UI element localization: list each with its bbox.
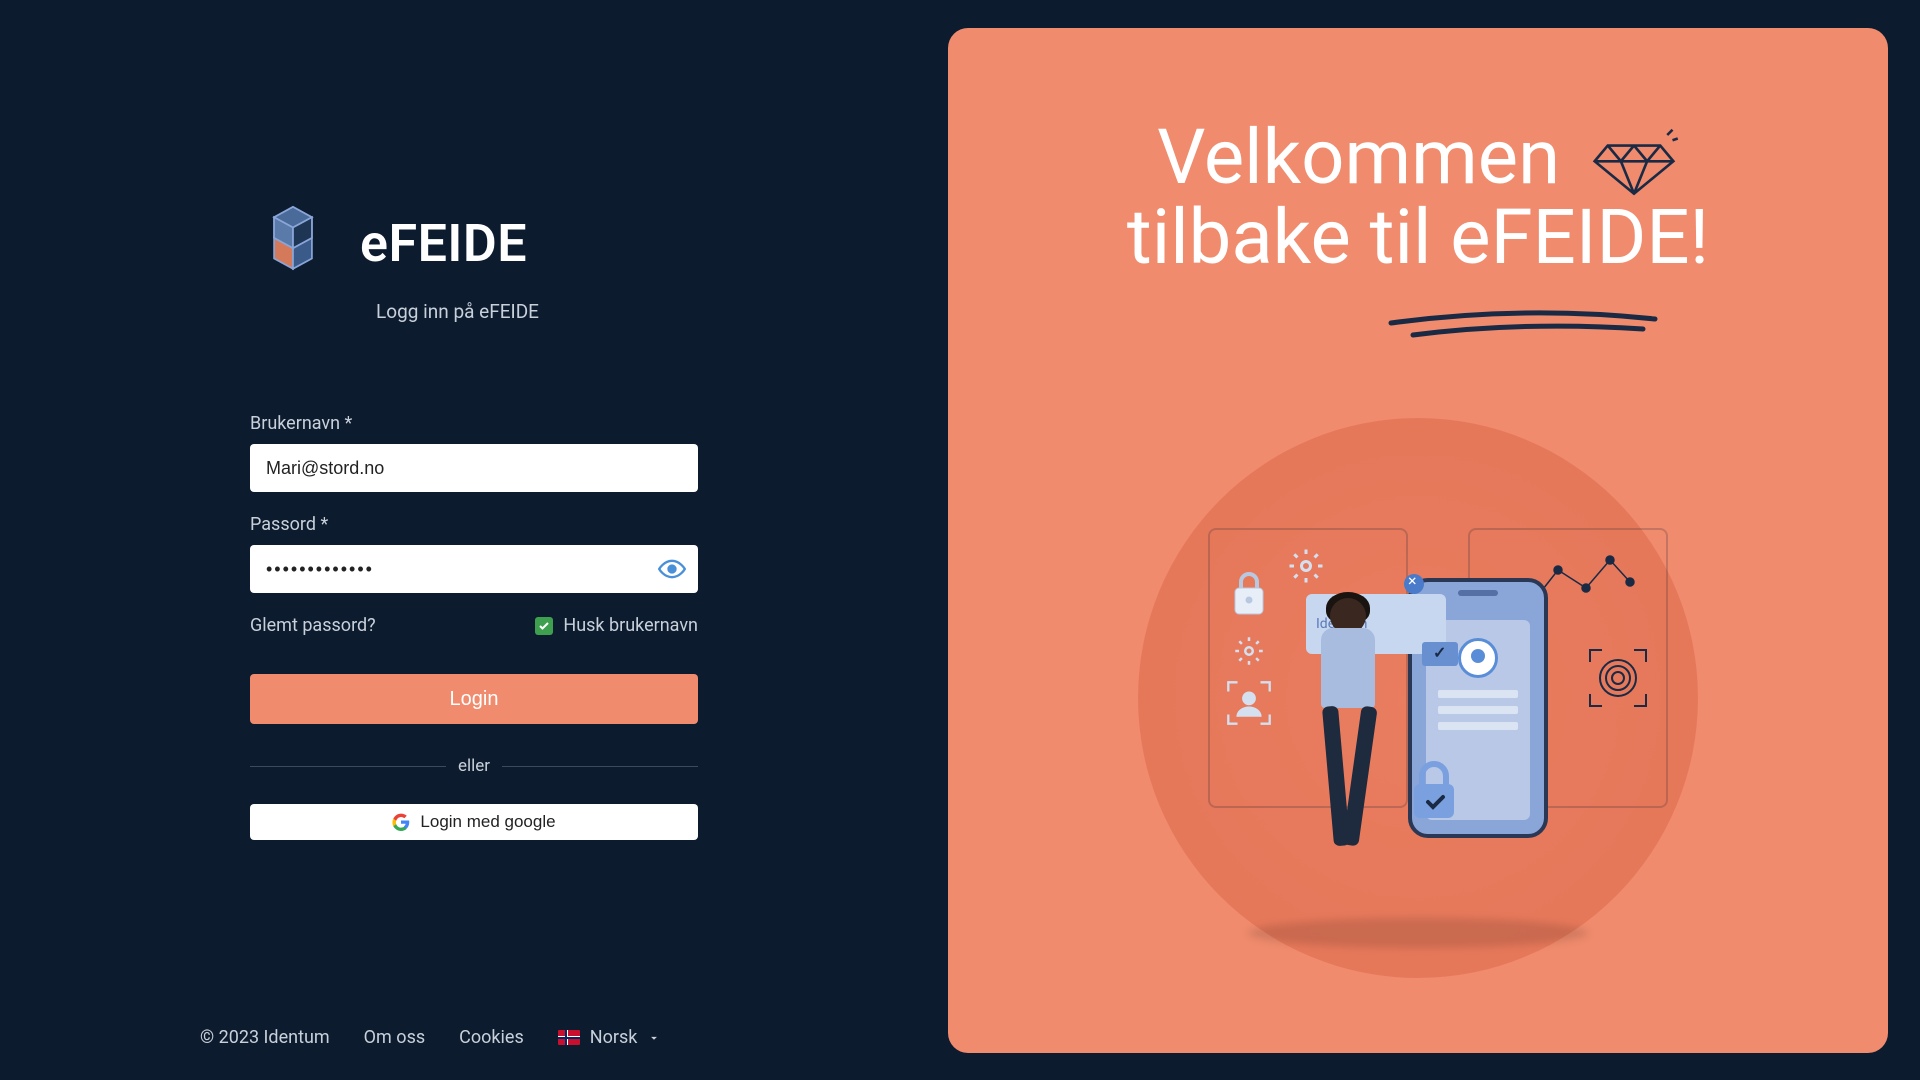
welcome-panel: Velkommen tilbake til eFEIDE! — [948, 28, 1888, 1053]
forgot-password-link[interactable]: Glemt passord? — [250, 615, 376, 636]
footer: © 2023 Identum Om oss Cookies Norsk — [200, 1027, 661, 1048]
username-label: Brukernavn * — [250, 413, 698, 434]
copyright: © 2023 Identum — [200, 1027, 330, 1048]
divider-line — [502, 766, 698, 767]
underline-icon — [1383, 303, 1663, 343]
user-frame-icon — [1226, 680, 1272, 726]
divider-line — [250, 766, 446, 767]
fingerprint-icon — [1588, 648, 1648, 708]
chevron-down-icon — [647, 1031, 661, 1045]
divider: eller — [250, 756, 698, 776]
remember-toggle[interactable]: Husk brukernavn — [535, 615, 698, 636]
language-label: Norsk — [590, 1027, 638, 1048]
login-button[interactable]: Login — [250, 674, 698, 724]
auxiliary-row: Glemt passord? Husk brukernavn — [250, 615, 698, 636]
welcome-line1: Velkommen — [1157, 112, 1560, 202]
welcome-heading: Velkommen tilbake til eFEIDE! — [948, 118, 1888, 358]
username-wrap — [250, 444, 698, 492]
google-button-label: Login med google — [420, 812, 555, 832]
gear-icon — [1234, 636, 1264, 666]
google-login-button[interactable]: Login med google — [250, 804, 698, 840]
remember-label: Husk brukernavn — [563, 615, 698, 636]
lock-icon — [1228, 568, 1270, 618]
placeholder-line — [1438, 722, 1518, 730]
diamond-icon — [1589, 128, 1679, 198]
gear-icon — [1288, 548, 1324, 584]
lock-icon — [1406, 758, 1462, 822]
google-icon — [392, 813, 410, 831]
show-password-icon[interactable] — [658, 555, 686, 583]
brand-name: eFEIDE — [360, 213, 527, 274]
placeholder-line — [1438, 706, 1518, 714]
divider-text: eller — [446, 756, 502, 776]
hero-illustration: Identum — [1128, 418, 1708, 978]
placeholder-line — [1438, 690, 1518, 698]
welcome-line2: tilbake til eFEIDE! — [1127, 192, 1709, 282]
password-input[interactable] — [250, 545, 698, 593]
password-wrap — [250, 545, 698, 593]
close-icon — [1404, 574, 1424, 594]
login-panel: eFEIDE Logg inn på eFEIDE Brukernavn * P… — [0, 0, 948, 1080]
illustration-person — [1288, 598, 1408, 898]
password-label: Passord * — [250, 514, 698, 535]
avatar-icon — [1458, 638, 1498, 678]
username-input[interactable] — [250, 444, 698, 492]
check-badge-icon — [1422, 642, 1458, 666]
checkmark-icon — [535, 617, 553, 635]
cookies-link[interactable]: Cookies — [459, 1027, 524, 1048]
illustration-shadow — [1248, 918, 1588, 948]
flag-icon — [558, 1030, 580, 1045]
login-subtitle: Logg inn på eFEIDE — [376, 300, 698, 323]
brand-logo-icon — [250, 200, 336, 286]
language-selector[interactable]: Norsk — [558, 1027, 662, 1048]
brand-row: eFEIDE — [250, 200, 698, 286]
about-link[interactable]: Om oss — [364, 1027, 425, 1048]
